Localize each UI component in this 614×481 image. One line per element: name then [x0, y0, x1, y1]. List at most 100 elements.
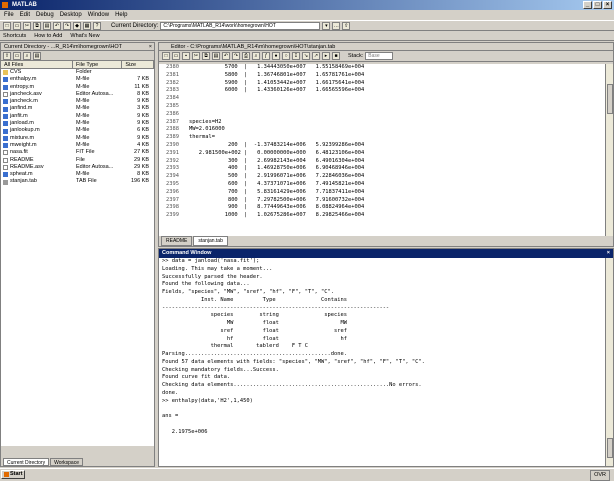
cut-icon[interactable]: ✂ — [23, 21, 31, 30]
command-scroll-thumb[interactable] — [607, 438, 613, 458]
start-button[interactable]: Start — [1, 470, 25, 479]
close-panel-icon[interactable]: × — [607, 249, 610, 258]
tab-readme[interactable]: README — [161, 236, 193, 246]
file-row[interactable]: janload.m M-file 9 KB — [1, 120, 154, 127]
breakpoint-gutter[interactable] — [181, 126, 189, 134]
file-row[interactable]: nasa.fit FIT File 27 KB — [1, 149, 154, 156]
step-in-icon[interactable]: ↘ — [302, 52, 310, 60]
new-folder-icon[interactable]: ▭ — [13, 51, 21, 60]
file-row[interactable]: jancheck.m M-file 9 KB — [1, 98, 154, 105]
breakpoint-gutter[interactable] — [181, 103, 189, 111]
find-icon[interactable]: ⌕ — [252, 52, 260, 60]
breakpoint-gutter[interactable] — [181, 142, 189, 150]
redo-icon[interactable]: ↷ — [63, 21, 71, 30]
step-out-icon[interactable]: ↗ — [312, 52, 320, 60]
editor-scroll-thumb[interactable] — [607, 84, 613, 114]
file-row[interactable]: CVS Folder — [1, 69, 154, 76]
command-window-text[interactable]: >> data = janload('nasa.fit'); Loading. T… — [159, 258, 607, 466]
copy-icon[interactable]: ⧉ — [33, 21, 41, 30]
close-button[interactable]: × — [603, 1, 612, 9]
breakpoint-gutter[interactable] — [181, 150, 189, 158]
tab-current-directory[interactable]: Current Directory — [3, 458, 50, 466]
file-row[interactable]: janfind.m M-file 3 KB — [1, 105, 154, 112]
breakpoint-gutter[interactable] — [181, 111, 189, 119]
file-row[interactable]: janlookup.m M-file 6 KB — [1, 127, 154, 134]
up-folder-icon[interactable]: ⇧ — [3, 51, 11, 60]
file-row[interactable]: enthalpy.m M-file 7 KB — [1, 76, 154, 83]
print-icon[interactable]: ⎙ — [242, 52, 250, 60]
cut-icon[interactable]: ✂ — [192, 52, 200, 60]
tab-workspace[interactable]: Workspace — [50, 458, 83, 466]
browse-folder-icon[interactable]: … — [332, 21, 341, 30]
undo-icon[interactable]: ↶ — [53, 21, 61, 30]
clear-breakpoints-icon[interactable]: ○ — [282, 52, 290, 60]
find-icon[interactable]: ⌕ — [23, 51, 31, 60]
menu-file[interactable]: File — [4, 10, 14, 20]
help-icon[interactable]: ? — [93, 21, 101, 30]
redo-icon[interactable]: ↷ — [232, 52, 240, 60]
open-folder-icon[interactable]: ▭ — [172, 52, 180, 60]
paste-icon[interactable]: ▤ — [212, 52, 220, 60]
shortcuts-label[interactable]: Shortcuts — [3, 32, 26, 40]
file-row[interactable]: mweight.m M-file 4 KB — [1, 142, 154, 149]
shortcut-how-to-add[interactable]: How to Add — [34, 32, 62, 40]
maximize-button[interactable]: □ — [593, 1, 602, 9]
breakpoint-gutter[interactable] — [181, 87, 189, 95]
breakpoint-gutter[interactable] — [181, 173, 189, 181]
menu-desktop[interactable]: Desktop — [60, 10, 82, 20]
col-file-type[interactable]: File Type — [73, 61, 123, 68]
stack-select[interactable]: Base — [365, 52, 394, 60]
menu-debug[interactable]: Debug — [36, 10, 54, 20]
breakpoint-gutter[interactable] — [181, 158, 189, 166]
dropdown-arrow-icon[interactable]: ▾ — [322, 21, 331, 30]
paste-icon[interactable]: ▤ — [43, 21, 51, 30]
up-folder-icon[interactable]: ⇧ — [342, 21, 351, 30]
breakpoint-icon[interactable]: ● — [272, 52, 280, 60]
exit-debug-icon[interactable]: ■ — [332, 52, 340, 60]
shortcut-whats-new[interactable]: What's New — [70, 32, 99, 40]
col-size[interactable]: Size — [122, 61, 154, 68]
breakpoint-gutter[interactable] — [181, 181, 189, 189]
minimize-button[interactable]: _ — [583, 1, 592, 9]
file-row[interactable]: jancheck.asv Editor Autosa... 8 KB — [1, 91, 154, 98]
menu-window[interactable]: Window — [88, 10, 109, 20]
view-icon[interactable]: ▤ — [33, 51, 41, 60]
save-icon[interactable]: ▪ — [182, 52, 190, 60]
file-row[interactable]: README.asv Editor Autosa... 29 KB — [1, 164, 154, 171]
breakpoint-gutter[interactable] — [181, 189, 189, 197]
col-all-files[interactable]: All Files — [1, 61, 74, 68]
breakpoint-gutter[interactable] — [181, 204, 189, 212]
command-window-scrollbar[interactable] — [605, 258, 613, 466]
simulink-icon[interactable]: ◆ — [73, 21, 81, 30]
editor-text-area[interactable]: 2380 5700 | 1.34443050e+007 1.55158469e+… — [159, 64, 607, 236]
breakpoint-gutter[interactable] — [181, 95, 189, 103]
new-file-icon[interactable]: □ — [3, 21, 11, 30]
guide-icon[interactable]: ▦ — [83, 21, 91, 30]
breakpoint-gutter[interactable] — [181, 64, 189, 72]
breakpoint-gutter[interactable] — [181, 212, 189, 220]
editor-scrollbar[interactable] — [605, 64, 613, 236]
breakpoint-gutter[interactable] — [181, 134, 189, 142]
step-icon[interactable]: ↧ — [292, 52, 300, 60]
tab-stanjan[interactable]: stanjan.tab — [193, 236, 228, 246]
file-row[interactable]: mixture.m M-file 9 KB — [1, 135, 154, 142]
breakpoint-gutter[interactable] — [181, 119, 189, 127]
new-file-icon[interactable]: □ — [162, 52, 170, 60]
breakpoint-gutter[interactable] — [181, 197, 189, 205]
continue-icon[interactable]: ▸ — [322, 52, 330, 60]
menu-help[interactable]: Help — [115, 10, 127, 20]
breakpoint-gutter[interactable] — [181, 80, 189, 88]
breakpoint-gutter[interactable] — [181, 165, 189, 173]
file-row[interactable]: entropy.m M-file 11 KB — [1, 84, 154, 91]
breakpoint-gutter[interactable] — [181, 72, 189, 80]
file-row[interactable]: README File 29 KB — [1, 157, 154, 164]
file-row[interactable]: stanjan.tab TAB File 196 KB — [1, 178, 154, 185]
file-row[interactable]: janfit.m M-file 9 KB — [1, 113, 154, 120]
copy-icon[interactable]: ⧉ — [202, 52, 210, 60]
undo-icon[interactable]: ↶ — [222, 52, 230, 60]
open-folder-icon[interactable]: ▭ — [13, 21, 21, 30]
menu-edit[interactable]: Edit — [20, 10, 30, 20]
close-panel-icon[interactable]: × — [149, 43, 152, 50]
current-dir-input[interactable]: C:\Programs\MATLAB_R14\work\homegrown\HO… — [160, 21, 321, 30]
function-icon[interactable]: ƒ — [262, 52, 270, 60]
